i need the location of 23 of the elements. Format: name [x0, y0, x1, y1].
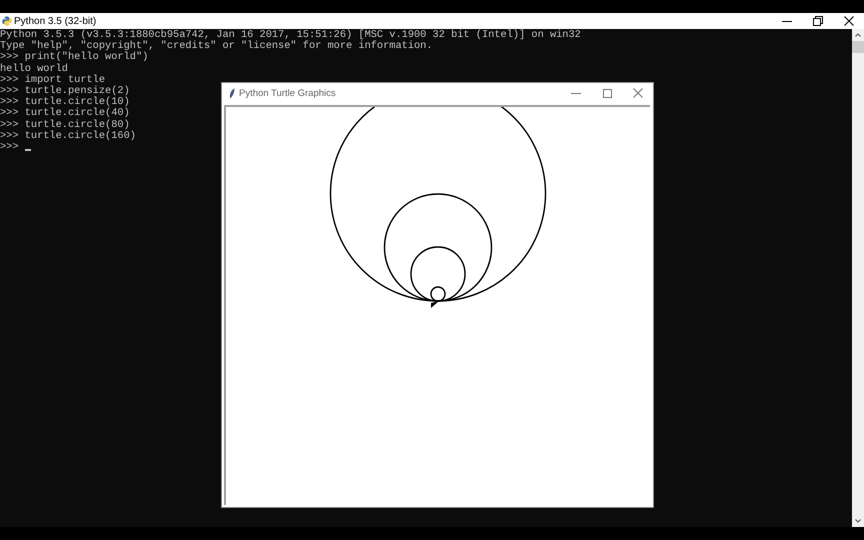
console-line: >>> turtle.circle(160)	[0, 130, 136, 142]
text-cursor	[24, 149, 31, 152]
console-line: >>> turtle.pensize(2)	[0, 86, 130, 98]
console-line: >>> turtle.circle(80)	[0, 120, 130, 131]
restore-icon	[812, 16, 822, 26]
console-line: >>> turtle.circle(10)	[0, 97, 130, 108]
console-line: Python 3.5.3 (v3.5.3:1880cb95a742, Jan 16 2017, 15:51:26) [MSC v.1900 32 bit (Intel)] on win32	[0, 30, 581, 41]
scroll-thumb[interactable]	[852, 41, 864, 53]
python-logo-icon	[2, 16, 12, 26]
console-line: hello world	[0, 64, 68, 75]
console-line: >>> turtle.circle(40)	[0, 108, 130, 120]
console-prompt: >>>	[0, 142, 19, 154]
console-line: >>> import turtle	[0, 74, 106, 86]
close-icon	[844, 16, 854, 26]
console-line: Type "help", "copyright", "credits" or "license" for more information.	[0, 41, 433, 52]
close-icon	[632, 88, 642, 98]
maximize-icon	[602, 88, 612, 98]
scrollbar[interactable]	[852, 29, 864, 527]
console-line: >>> print("hello world")	[0, 52, 148, 64]
window-title: Python Turtle Graphics	[239, 88, 336, 98]
turtle-arrow-icon	[431, 301, 439, 308]
feather-icon	[229, 88, 235, 98]
window-title: Python 3.5 (32-bit)	[14, 16, 96, 26]
